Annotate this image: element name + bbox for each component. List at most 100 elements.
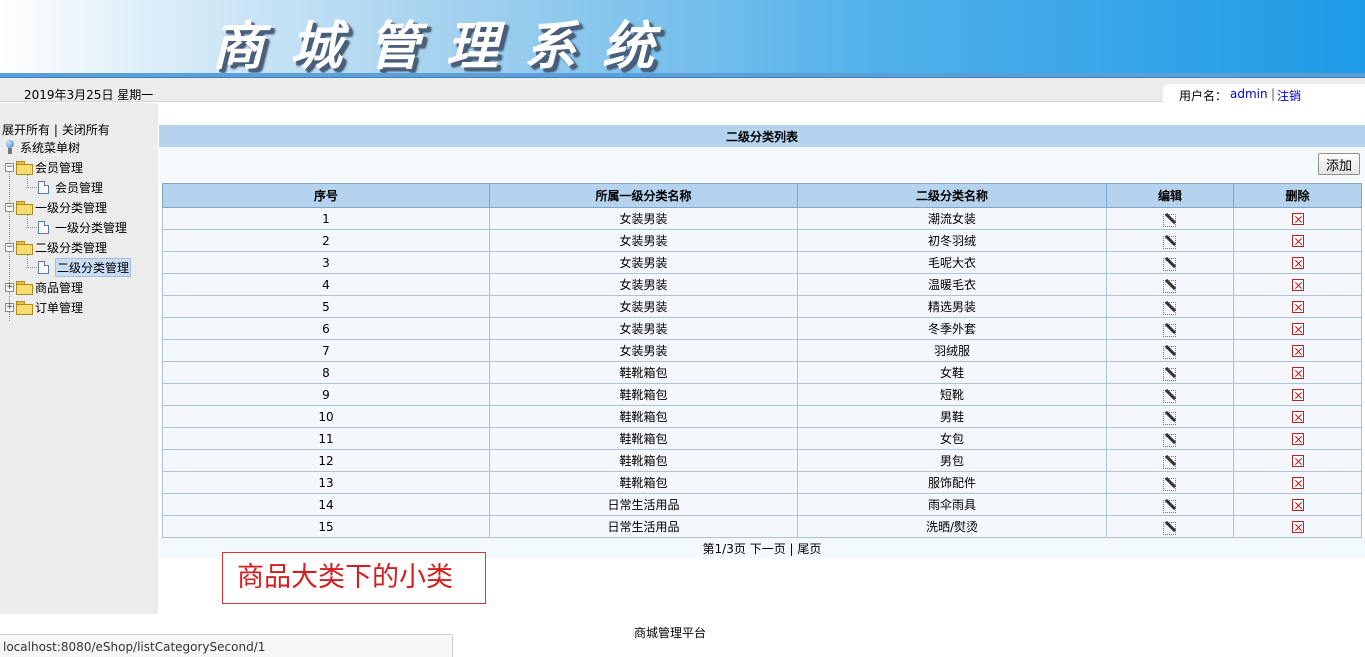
delete-cell [1233, 339, 1362, 362]
table-row: 7 女装男装 羽绒服 [162, 339, 1362, 362]
expand-all-link[interactable]: 展开所有 [2, 123, 50, 137]
delete-icon[interactable] [1291, 521, 1304, 533]
collapse-toggle-icon[interactable]: − [5, 162, 14, 172]
delete-icon[interactable] [1291, 345, 1304, 357]
current-date: 2019年3月25日 星期一 [24, 88, 154, 102]
delete-cell [1233, 273, 1362, 296]
row-index-cell: 12 [162, 449, 490, 472]
delete-cell [1233, 427, 1362, 450]
next-page-link[interactable]: 下一页 [750, 542, 786, 556]
column-header: 删除 [1233, 183, 1362, 208]
edit-cell [1106, 361, 1234, 384]
table-body: 1 女装男装 潮流女装 2 女装男装 初冬羽绒 3 女装男装 毛呢大衣 4 女装男装 温暖毛衣 5 女装男… [162, 207, 1362, 538]
collapse-toggle-icon[interactable]: − [5, 242, 14, 252]
parent-category-cell: 鞋靴箱包 [489, 427, 798, 450]
edit-icon[interactable] [1163, 411, 1177, 425]
edit-icon[interactable] [1163, 213, 1177, 227]
edit-icon[interactable] [1163, 389, 1177, 403]
delete-icon[interactable] [1291, 257, 1304, 269]
parent-category-cell: 鞋靴箱包 [489, 449, 798, 472]
table-row: 6 女装男装 冬季外套 [162, 317, 1362, 340]
edit-cell [1106, 427, 1234, 450]
edit-cell [1106, 515, 1234, 538]
user-label: 用户名： [1179, 89, 1228, 103]
tree-group-category1[interactable]: − 一级分类管理 [5, 198, 107, 216]
tree-item-category1-manage[interactable]: 一级分类管理 [38, 218, 127, 236]
collapse-toggle-icon[interactable]: − [5, 202, 14, 212]
tree-controls-separator: | [53, 123, 58, 137]
tree-group-product[interactable]: + 商品管理 [5, 278, 83, 296]
page-info: 第1/3页 [702, 542, 746, 556]
tree-root: 系统菜单树 [4, 138, 80, 156]
delete-icon[interactable] [1291, 499, 1304, 511]
folder-open-icon [16, 161, 33, 175]
category-name-cell: 服饰配件 [797, 471, 1107, 494]
delete-icon[interactable] [1291, 455, 1304, 467]
edit-icon[interactable] [1163, 367, 1177, 381]
tree-root-label: 系统菜单树 [20, 140, 81, 155]
parent-category-cell: 女装男装 [489, 229, 798, 252]
sidebar: 展开所有 | 关闭所有 系统菜单树 − 会员管理 会员管理 − 一级分类管理 一… [0, 103, 158, 614]
edit-icon[interactable] [1163, 323, 1177, 337]
delete-icon[interactable] [1291, 477, 1304, 489]
tree-item-label: 会员管理 [55, 180, 104, 195]
category-name-cell: 女包 [797, 427, 1107, 450]
last-page-link[interactable]: 尾页 [797, 542, 821, 556]
edit-icon[interactable] [1163, 433, 1177, 447]
tree-group-member[interactable]: − 会员管理 [5, 158, 83, 176]
table-row: 1 女装男装 潮流女装 [162, 207, 1362, 230]
delete-icon[interactable] [1291, 301, 1304, 313]
edit-icon[interactable] [1163, 345, 1177, 359]
delete-icon[interactable] [1291, 213, 1304, 225]
delete-icon[interactable] [1291, 433, 1304, 445]
tree-group-label: 商品管理 [35, 280, 84, 295]
delete-cell [1233, 449, 1362, 472]
tree-item-member-manage[interactable]: 会员管理 [38, 178, 103, 196]
column-header: 编辑 [1106, 183, 1234, 208]
delete-icon[interactable] [1291, 279, 1304, 291]
tree-guide [27, 227, 37, 228]
edit-icon[interactable] [1163, 257, 1177, 271]
category-name-cell: 毛呢大衣 [797, 251, 1107, 274]
category-name-cell: 短靴 [797, 383, 1107, 406]
tree-item-category2-manage[interactable]: 二级分类管理 [38, 257, 132, 277]
collapse-all-link[interactable]: 关闭所有 [62, 123, 110, 137]
tree-item-label: 一级分类管理 [55, 220, 128, 235]
delete-icon[interactable] [1291, 323, 1304, 335]
table-row: 14 日常生活用品 雨伞雨具 [162, 493, 1362, 516]
delete-cell [1233, 405, 1362, 428]
category-name-cell: 男鞋 [797, 405, 1107, 428]
table-header-row: 序号 所属一级分类名称 二级分类名称 编辑 删除 [162, 183, 1362, 208]
tree-group-category2[interactable]: − 二级分类管理 [5, 238, 107, 256]
delete-icon[interactable] [1291, 389, 1304, 401]
category-name-cell: 男包 [797, 449, 1107, 472]
delete-icon[interactable] [1291, 411, 1304, 423]
folder-closed-icon [16, 301, 33, 315]
table-row: 4 女装男装 温暖毛衣 [162, 273, 1362, 296]
tree-group-order[interactable]: + 订单管理 [5, 298, 83, 316]
parent-category-cell: 鞋靴箱包 [489, 383, 798, 406]
delete-icon[interactable] [1291, 235, 1304, 247]
row-index-cell: 1 [162, 207, 490, 230]
edit-icon[interactable] [1163, 279, 1177, 293]
edit-icon[interactable] [1163, 455, 1177, 469]
table-row: 11 鞋靴箱包 女包 [162, 427, 1362, 450]
expand-toggle-icon[interactable]: + [5, 282, 14, 292]
user-name-link[interactable]: admin [1230, 87, 1268, 101]
edit-icon[interactable] [1163, 521, 1177, 535]
edit-icon[interactable] [1163, 499, 1177, 513]
menu-tree-icon [4, 140, 16, 154]
edit-icon[interactable] [1163, 235, 1177, 249]
app-title: 商城管理系统 [212, 16, 681, 73]
tree-guide [27, 187, 37, 188]
annotation-callout: 商品大类下的小类 [222, 552, 486, 604]
add-button[interactable]: 添加 [1318, 153, 1360, 175]
category-name-cell: 潮流女装 [797, 207, 1107, 230]
parent-category-cell: 鞋靴箱包 [489, 471, 798, 494]
edit-icon[interactable] [1163, 301, 1177, 315]
edit-icon[interactable] [1163, 477, 1177, 491]
expand-toggle-icon[interactable]: + [5, 302, 14, 312]
delete-cell [1233, 493, 1362, 516]
logout-link[interactable]: 注销 [1277, 87, 1301, 104]
delete-icon[interactable] [1291, 367, 1304, 379]
